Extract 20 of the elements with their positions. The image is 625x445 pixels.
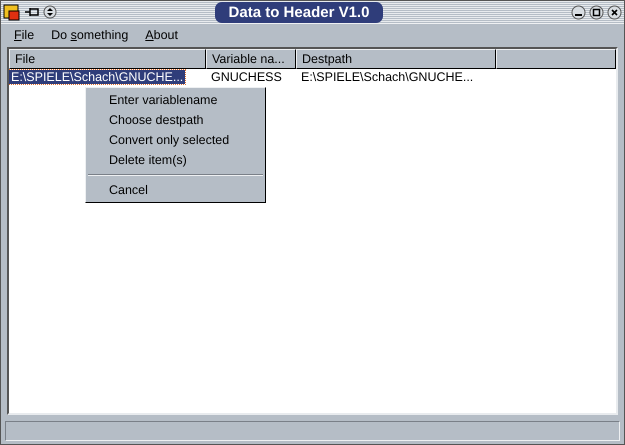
menu-item[interactable]: Cancel — [86, 180, 265, 200]
column-header[interactable]: Destpath — [296, 49, 496, 69]
pin-icon[interactable] — [24, 5, 40, 19]
minimize-icon[interactable] — [571, 4, 586, 20]
maximize-icon[interactable] — [589, 4, 604, 20]
table-cell-text: GNUCHESS — [210, 69, 283, 85]
menu-item[interactable]: Delete item(s) — [86, 150, 265, 170]
menu-item[interactable]: Convert only selected — [86, 130, 265, 150]
menu-icon[interactable] — [43, 5, 57, 19]
menu-item[interactable]: File — [14, 26, 34, 44]
table-cell-text: E:\SPIELE\Schach\GNUCHE... — [300, 69, 474, 85]
window-title: Data to Header V1.0 — [214, 2, 384, 22]
app-icon[interactable] — [3, 3, 21, 21]
menu-item[interactable]: About — [145, 26, 178, 44]
column-header[interactable]: Variable na... — [206, 49, 296, 69]
column-header[interactable]: File — [9, 49, 206, 69]
close-icon[interactable] — [607, 4, 622, 20]
menu-item[interactable]: Enter variablename — [86, 90, 265, 110]
menu-item[interactable]: Do something — [51, 26, 128, 44]
menu-item[interactable]: Choose destpath — [86, 110, 265, 130]
